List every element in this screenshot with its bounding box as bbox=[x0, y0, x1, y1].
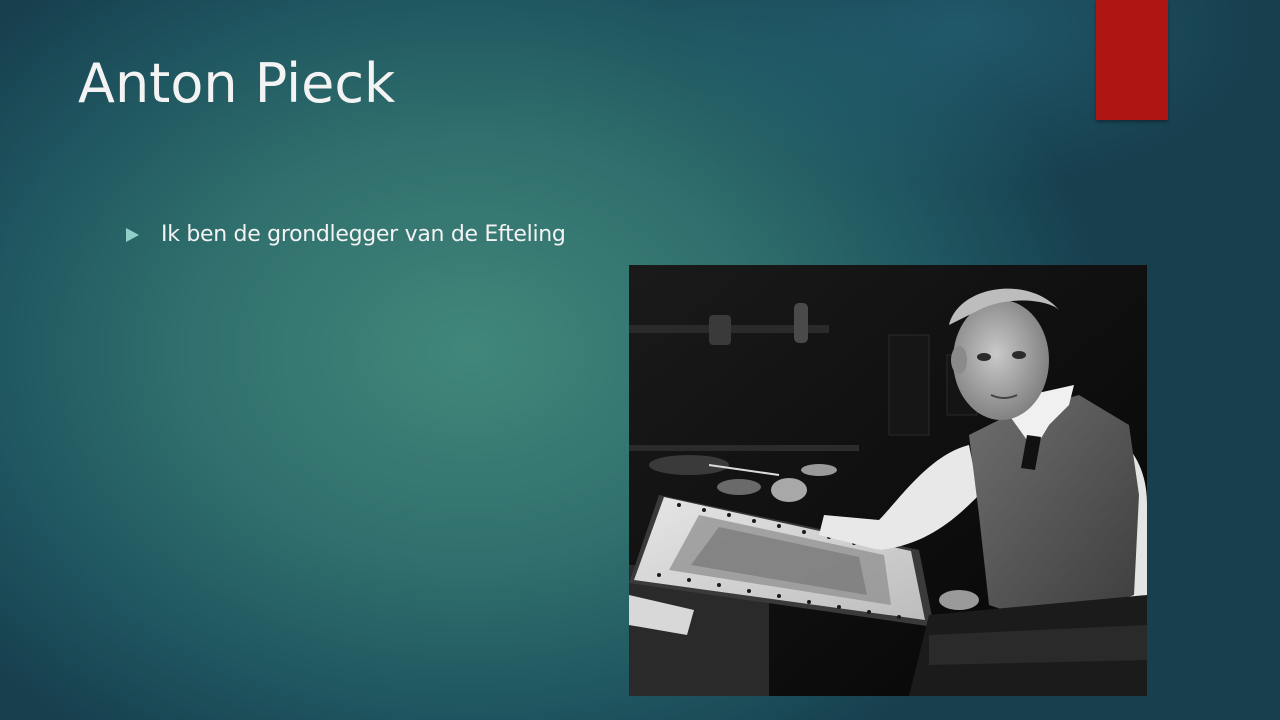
portrait-photo-graphic bbox=[629, 265, 1147, 696]
slide: Anton Pieck Ik ben de grondlegger van de… bbox=[0, 0, 1280, 720]
bullet-text: Ik ben de grondlegger van de Efteling bbox=[161, 222, 566, 247]
portrait-photo bbox=[629, 265, 1147, 696]
bullet-item: Ik ben de grondlegger van de Efteling bbox=[126, 222, 566, 247]
slide-title: Anton Pieck bbox=[78, 52, 396, 115]
accent-bar bbox=[1096, 0, 1168, 120]
triangle-bullet-icon bbox=[126, 227, 139, 242]
